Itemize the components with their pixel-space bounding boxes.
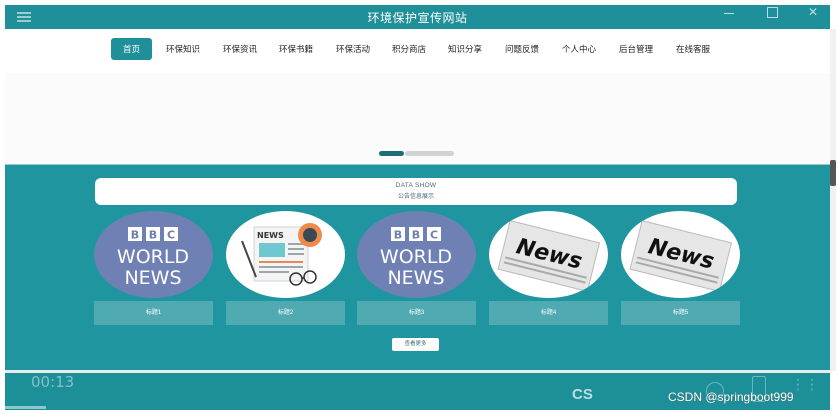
card-caption-4[interactable]: 标题4 (489, 301, 608, 325)
section-title-en: DATA SHOW (395, 182, 437, 189)
scrollbar-track[interactable] (830, 29, 836, 371)
card-caption-3[interactable]: 标题3 (357, 301, 476, 325)
svg-text:C: C (430, 229, 438, 242)
csdn-watermark: CSDN @springboot999 (668, 390, 794, 404)
nav-item-home[interactable]: 首页 (111, 38, 152, 60)
card-image-4[interactable]: News (489, 211, 608, 298)
svg-text:WORLD: WORLD (380, 246, 452, 268)
card-caption-1[interactable]: 标题1 (94, 301, 213, 325)
window-title-bar: 环境保护宣传网站 (5, 5, 830, 29)
card-image-2[interactable]: NEWS (226, 211, 345, 298)
nav-item-customer-service[interactable]: 在线客服 (670, 38, 716, 60)
svg-text:B: B (149, 229, 157, 242)
nav-item-knowledge-share[interactable]: 知识分享 (442, 38, 488, 60)
svg-text:WORLD: WORLD (117, 246, 189, 268)
carousel-indicator-1[interactable] (379, 151, 404, 156)
svg-text:C: C (167, 229, 175, 242)
card-image-5[interactable]: News (621, 211, 740, 298)
scrollbar-thumb[interactable] (830, 160, 836, 186)
svg-text:B: B (394, 229, 402, 242)
close-icon[interactable]: ✕ (806, 5, 820, 19)
view-more-button[interactable]: 查看更多 (392, 338, 439, 351)
more-options-icon[interactable]: ⋮⋮ (791, 376, 819, 393)
svg-text:B: B (131, 229, 139, 242)
card-caption-5[interactable]: 标题5 (621, 301, 740, 325)
nav-item-knowledge[interactable]: 环保知识 (161, 38, 205, 60)
section-title-cn: 公告信息展示 (397, 194, 434, 200)
maximize-icon[interactable] (765, 5, 779, 19)
nav-item-points-store[interactable]: 积分商店 (386, 38, 432, 60)
svg-text:B: B (412, 229, 420, 242)
svg-text:NEWS: NEWS (257, 231, 284, 240)
section-header: DATA SHOW 公告信息展示 (95, 178, 737, 205)
card-image-3[interactable]: B B C WORLD NEWS (357, 211, 476, 298)
svg-text:NEWS: NEWS (124, 267, 181, 289)
nav-item-news[interactable]: 环保资讯 (217, 38, 263, 60)
card-image-1[interactable]: B B C WORLD NEWS (94, 211, 213, 298)
watermark-logo: CS (572, 386, 593, 403)
nav-item-feedback[interactable]: 问题反馈 (499, 38, 545, 60)
nav-item-admin[interactable]: 后台管理 (613, 38, 659, 60)
minimize-icon[interactable] (722, 5, 736, 19)
nav-item-profile[interactable]: 个人中心 (556, 38, 602, 60)
video-progress-bar[interactable] (5, 406, 46, 409)
video-timestamp: 00:13 (31, 373, 75, 391)
card-caption-2[interactable]: 标题2 (226, 301, 345, 325)
nav-item-books[interactable]: 环保书籍 (273, 38, 319, 60)
window-title: 环境保护宣传网站 (367, 11, 468, 25)
nav-item-activities[interactable]: 环保活动 (330, 38, 376, 60)
carousel-indicator-2[interactable] (405, 151, 454, 156)
svg-text:NEWS: NEWS (387, 267, 444, 289)
